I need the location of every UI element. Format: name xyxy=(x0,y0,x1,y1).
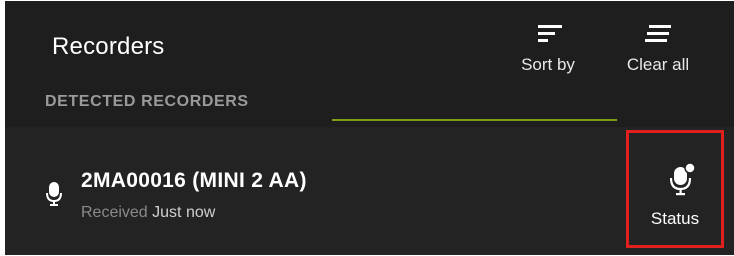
section-label: DETECTED RECORDERS xyxy=(45,93,249,110)
header-bar: Recorders Sort by Clear all DETECTED REC… xyxy=(5,1,734,127)
clear-all-label: Clear all xyxy=(626,55,690,74)
tab-underline xyxy=(332,119,617,121)
sort-lines-icon xyxy=(508,19,588,49)
microphone-icon xyxy=(45,181,63,212)
received-time: Just now xyxy=(152,204,216,221)
received-label: Received xyxy=(81,204,148,221)
status-label: Status xyxy=(650,209,700,228)
sort-by-button[interactable]: Sort by xyxy=(508,19,588,75)
sort-by-label: Sort by xyxy=(521,55,575,74)
status-button[interactable]: Status xyxy=(626,130,724,248)
recorder-name: 2MA00016 (MINI 2 AA) xyxy=(81,169,307,192)
recorder-row[interactable]: 2MA00016 (MINI 2 AA) Received Just now S… xyxy=(5,127,734,255)
app-window: Recorders Sort by Clear all DETECTED REC… xyxy=(5,1,734,255)
page-title: Recorders xyxy=(52,33,165,60)
clear-lines-icon xyxy=(616,19,700,49)
recorder-status-line: Received Just now xyxy=(81,204,215,222)
clear-all-button[interactable]: Clear all xyxy=(616,19,700,75)
microphone-status-icon xyxy=(669,162,696,202)
